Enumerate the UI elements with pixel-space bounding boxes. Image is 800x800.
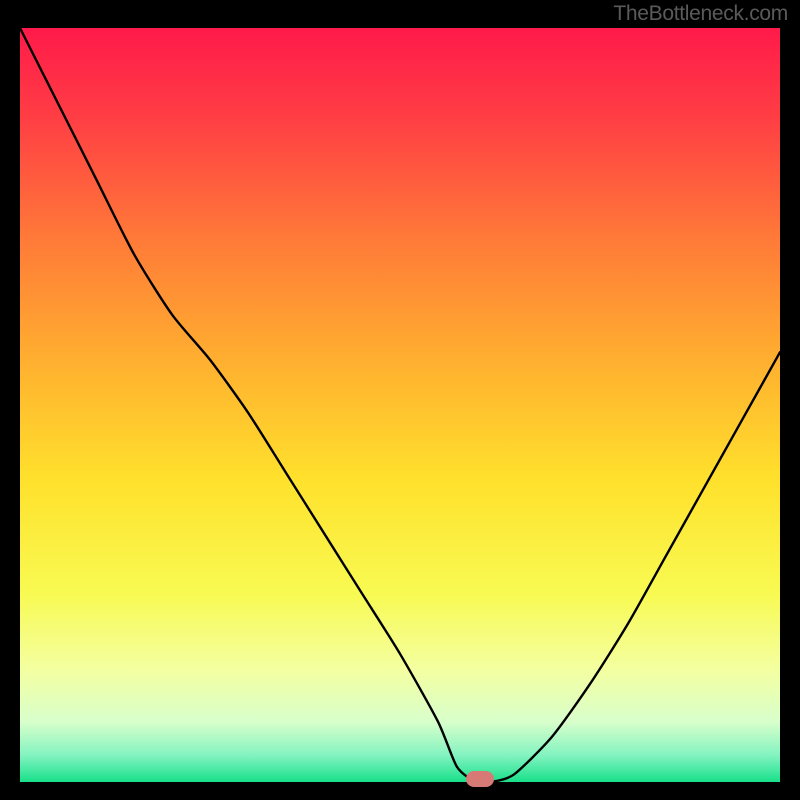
chart-frame: TheBottleneck.com <box>0 0 800 800</box>
optimal-marker <box>466 771 494 787</box>
attribution-text: TheBottleneck.com <box>613 2 788 26</box>
plot-area <box>20 28 780 782</box>
bottleneck-curve <box>20 28 780 782</box>
